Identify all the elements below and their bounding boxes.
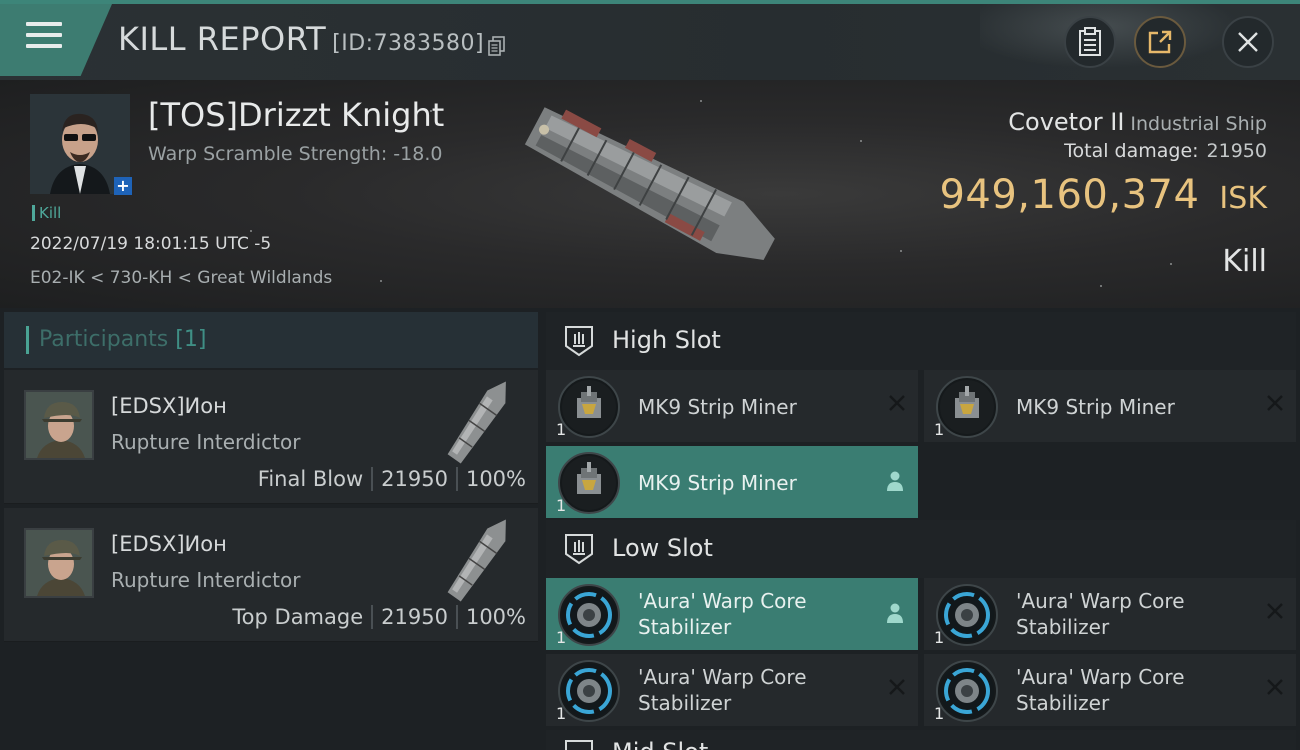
- menu-icon[interactable]: [26, 22, 62, 52]
- participants-label: Participants: [39, 327, 169, 352]
- copy-icon[interactable]: [488, 36, 506, 56]
- ship-name: Covetor II: [1008, 108, 1125, 136]
- participant-portrait-icon: [26, 392, 92, 458]
- low-slot-item[interactable]: 1 'Aura' Warp Core Stabilizer: [546, 578, 918, 650]
- destroyed-icon: [889, 395, 905, 411]
- warp-core-stabilizer-icon: [558, 584, 620, 646]
- title-text: KILL REPORT: [118, 20, 327, 58]
- close-button[interactable]: [1222, 16, 1274, 68]
- destroyed-icon: [1267, 679, 1283, 695]
- participant-stats: Top Damage 21950 100%: [232, 605, 526, 629]
- kill-result: Kill: [1222, 244, 1267, 279]
- item-name: 'Aura' Warp Core Stabilizer: [1016, 665, 1185, 715]
- participant-row[interactable]: [EDSX]Ион Rupture Interdictor Final Blow…: [4, 370, 538, 504]
- high-slot-item[interactable]: 1 MK9 Strip Miner: [546, 370, 918, 442]
- item-name: 'Aura' Warp Core Stabilizer: [638, 589, 807, 639]
- high-slot-label: High Slot: [612, 326, 721, 354]
- item-quantity: 1: [934, 420, 945, 439]
- participant-ship: Rupture Interdictor: [111, 568, 301, 592]
- high-slot-item[interactable]: 1 MK9 Strip Miner: [546, 446, 918, 518]
- strip-miner-icon: [936, 376, 998, 438]
- warp-core-stabilizer-icon: [558, 660, 620, 722]
- warp-core-stabilizer-icon: [936, 660, 998, 722]
- victim-ship-image: [524, 107, 775, 260]
- kill-location[interactable]: E02-IK < 730-KH < Great Wildlands: [30, 268, 332, 288]
- strip-miner-icon: [558, 452, 620, 514]
- participants-title[interactable]: Participants [1]: [26, 326, 206, 354]
- mid-slot-icon: [565, 740, 593, 750]
- participant-stats: Final Blow 21950 100%: [258, 467, 526, 491]
- add-contact-button[interactable]: +: [114, 177, 132, 195]
- item-quantity: 1: [934, 628, 945, 647]
- warp-core-stabilizer-icon: [936, 584, 998, 646]
- mid-slot-label: Mid Slot: [612, 738, 708, 750]
- item-name: 'Aura' Warp Core Stabilizer: [638, 665, 807, 715]
- destroyed-icon: [1267, 395, 1283, 411]
- participant-avatar[interactable]: [24, 390, 94, 460]
- high-slot-icon: [565, 326, 593, 357]
- isk-value: 949,160,374: [939, 172, 1200, 218]
- total-damage: Total damage: 21950: [1064, 140, 1267, 162]
- low-slot-header: Low Slot: [546, 520, 1296, 578]
- item-quantity: 1: [556, 704, 567, 723]
- item-quantity: 1: [556, 496, 567, 515]
- participants-count: [1]: [175, 327, 207, 352]
- participant-percent: 100%: [465, 605, 526, 629]
- item-quantity: 1: [556, 628, 567, 647]
- warp-scramble-strength: Warp Scramble Strength: -18.0: [148, 143, 443, 165]
- total-damage-value: 21950: [1206, 140, 1267, 162]
- participant-ship-icon: [447, 519, 506, 602]
- mid-slot-header: Mid Slot: [546, 730, 1296, 750]
- item-name: 'Aura' Warp Core Stabilizer: [1016, 589, 1185, 639]
- isk-value-line: 949,160,374 ISK: [939, 172, 1267, 218]
- clipboard-icon: [1079, 27, 1101, 56]
- destroyed-icon: [1267, 603, 1283, 619]
- high-slot-item[interactable]: 1 MK9 Strip Miner: [924, 370, 1296, 442]
- victim-ship[interactable]: Covetor II Industrial Ship: [1008, 108, 1267, 136]
- total-damage-label: Total damage:: [1064, 140, 1199, 162]
- item-name: MK9 Strip Miner: [638, 471, 797, 495]
- kill-tag: Kill: [32, 205, 61, 221]
- low-slot-label: Low Slot: [612, 534, 713, 562]
- item-quantity: 1: [934, 704, 945, 723]
- low-slot-icon: [565, 534, 593, 565]
- report-id: [ID:7383580]: [332, 31, 485, 56]
- participant-name: [EDSX]Ион: [111, 394, 227, 418]
- participant-damage: 21950: [381, 467, 448, 491]
- participant-ship: Rupture Interdictor: [111, 430, 301, 454]
- kill-datetime: 2022/07/19 18:01:15 UTC -5: [30, 234, 272, 254]
- high-slot-header: High Slot: [546, 312, 1296, 370]
- clipboard-button[interactable]: [1064, 16, 1116, 68]
- low-slot-item[interactable]: 1 'Aura' Warp Core Stabilizer: [924, 578, 1296, 650]
- item-name: MK9 Strip Miner: [638, 395, 797, 419]
- participant-percent: 100%: [465, 467, 526, 491]
- item-quantity: 1: [556, 420, 567, 439]
- low-slot-item[interactable]: 1 'Aura' Warp Core Stabilizer: [924, 654, 1296, 726]
- participant-role: Final Blow: [257, 467, 364, 491]
- participant-row[interactable]: [EDSX]Ион Rupture Interdictor Top Damage…: [4, 508, 538, 642]
- participant-avatar[interactable]: [24, 528, 94, 598]
- destroyed-icon: [889, 679, 905, 695]
- dropped-pilot-icon: [887, 603, 903, 623]
- share-icon: [1148, 30, 1172, 54]
- ship-class: Industrial Ship: [1130, 113, 1267, 135]
- dropped-pilot-icon: [887, 471, 903, 491]
- low-slot-item[interactable]: 1 'Aura' Warp Core Stabilizer: [546, 654, 918, 726]
- participant-name: [EDSX]Ион: [111, 532, 227, 556]
- participant-portrait-icon: [26, 530, 92, 596]
- share-button[interactable]: [1134, 16, 1186, 68]
- item-name: MK9 Strip Miner: [1016, 395, 1175, 419]
- close-icon: [1238, 32, 1258, 52]
- participant-damage: 21950: [381, 605, 448, 629]
- isk-unit: ISK: [1219, 181, 1267, 216]
- participant-role: Top Damage: [232, 605, 364, 629]
- victim-name[interactable]: [TOS]Drizzt Knight: [148, 96, 444, 134]
- page-title: KILL REPORT [ID:7383580]: [118, 20, 484, 58]
- kill-report-window: { "header": { "title": "KILL REPORT", "r…: [0, 0, 1300, 750]
- strip-miner-icon: [558, 376, 620, 438]
- participant-ship-icon: [447, 381, 506, 464]
